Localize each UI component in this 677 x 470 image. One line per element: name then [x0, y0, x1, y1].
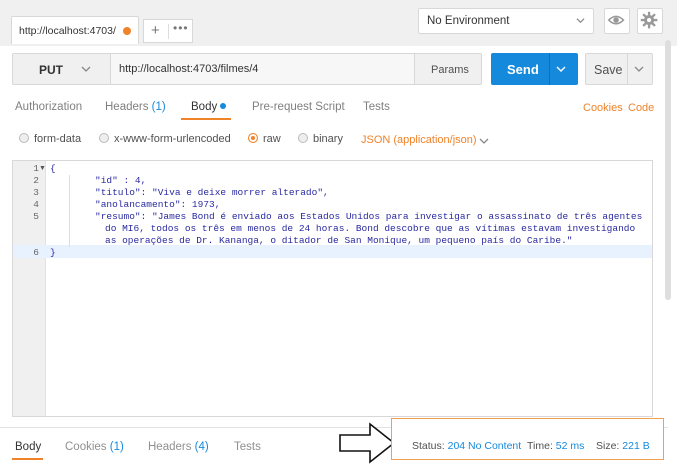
- method-value: PUT: [39, 63, 63, 77]
- unsaved-indicator-icon: [123, 27, 131, 35]
- response-meta-highlight: Status: 204 No Content Time: 52 ms Size:…: [391, 418, 664, 460]
- chevron-down-icon[interactable]: [479, 136, 489, 146]
- environment-select-value: No Environment: [427, 15, 510, 27]
- code-line: as operações de Dr. Kananga, o ditador d…: [105, 235, 573, 246]
- response-tab-headers-label: Headers: [148, 441, 192, 453]
- params-button-label: Params: [431, 64, 469, 76]
- send-button[interactable]: Send: [491, 53, 578, 85]
- response-tab-body[interactable]: Body: [15, 441, 41, 453]
- code-line: }: [50, 247, 56, 258]
- size-info: Size: 221 B: [596, 440, 650, 452]
- body-modified-icon: [220, 102, 227, 109]
- status-info: Status: 204 No Content: [412, 440, 521, 452]
- radio-form-data[interactable]: form-data: [19, 133, 81, 147]
- response-tab-headers-count: (4): [194, 441, 209, 453]
- params-button[interactable]: Params: [414, 53, 482, 85]
- save-button[interactable]: Save: [585, 53, 653, 85]
- code-line: "id" : 4,: [95, 175, 147, 186]
- line-number: 3: [33, 187, 39, 198]
- send-divider: [549, 53, 550, 85]
- tab-actions: + •••: [143, 19, 193, 43]
- radio-binary[interactable]: binary: [298, 133, 343, 147]
- time-value: 52 ms: [555, 440, 585, 452]
- radio-binary-label: binary: [313, 133, 343, 145]
- active-tab-indicator: [181, 118, 231, 120]
- line-number: 6: [33, 247, 39, 258]
- url-input-value: http://localhost:4703/filmes/4: [119, 63, 259, 75]
- radio-circle-icon: [298, 133, 308, 144]
- code-line: "anolancamento": 1973,: [95, 199, 221, 210]
- code-line: {: [50, 163, 56, 174]
- ellipsis-icon[interactable]: •••: [173, 21, 189, 35]
- code-link[interactable]: Code: [628, 102, 654, 114]
- gear-icon: [640, 11, 658, 29]
- url-input[interactable]: http://localhost:4703/filmes/4: [110, 53, 416, 85]
- fold-arrow-icon[interactable]: ▼: [39, 165, 46, 172]
- response-tab-tests[interactable]: Tests: [234, 441, 261, 453]
- radio-circle-icon: [99, 133, 109, 144]
- chevron-down-icon[interactable]: [634, 64, 644, 74]
- line-number: 1: [33, 163, 39, 174]
- plus-icon[interactable]: +: [151, 22, 160, 39]
- cookies-link[interactable]: Cookies: [583, 102, 623, 114]
- radio-urlencoded[interactable]: x-www-form-urlencoded: [99, 133, 231, 147]
- eye-icon: [607, 15, 625, 25]
- annotation-arrow-icon: [339, 422, 396, 464]
- time-info: Time: 52 ms: [527, 440, 584, 452]
- line-number: 5: [33, 211, 39, 222]
- content-type-select[interactable]: JSON (application/json): [361, 134, 477, 146]
- response-tab-headers[interactable]: Headers (4): [148, 441, 209, 453]
- chevron-down-icon: [81, 66, 91, 72]
- request-tab[interactable]: http://localhost:4703/: [11, 16, 139, 44]
- line-number: 2: [33, 175, 39, 186]
- tab-headers-label: Headers: [105, 101, 149, 113]
- tab-tests[interactable]: Tests: [363, 101, 390, 113]
- radio-raw-label: raw: [263, 133, 281, 145]
- response-tab-cookies-count: (1): [109, 441, 124, 453]
- request-tab-label: http://localhost:4703/: [19, 25, 116, 37]
- radio-circle-icon: [19, 133, 29, 144]
- code-line: "titulo": "Viva e deixe morrer alterado"…: [95, 187, 329, 198]
- tab-body-label: Body: [191, 101, 218, 113]
- code-line: do MI6, todos os três em menos de 24 hor…: [105, 223, 636, 234]
- radio-raw[interactable]: raw: [248, 133, 281, 147]
- manage-environments-button[interactable]: [637, 8, 663, 34]
- save-button-label: Save: [594, 63, 623, 77]
- indent-guide: [69, 175, 70, 247]
- status-label: Status:: [412, 440, 445, 452]
- save-divider: [627, 54, 628, 84]
- environment-quick-look-button[interactable]: [604, 8, 630, 34]
- response-active-tab-indicator: [12, 458, 43, 460]
- active-line-highlight: [13, 245, 652, 258]
- size-label: Size:: [596, 440, 620, 452]
- radio-form-data-label: form-data: [34, 133, 82, 145]
- send-button-label: Send: [507, 62, 539, 77]
- code-line: "resumo": "James Bond é enviado aos Esta…: [95, 211, 643, 222]
- radio-urlencoded-label: x-www-form-urlencoded: [114, 133, 231, 145]
- method-select[interactable]: PUT: [12, 53, 110, 85]
- status-value: 204 No Content: [447, 440, 522, 452]
- tab-headers[interactable]: Headers (1): [105, 101, 166, 113]
- tab-headers-count: (1): [151, 101, 166, 113]
- line-number: 4: [33, 199, 39, 210]
- response-tab-cookies[interactable]: Cookies (1): [65, 441, 124, 453]
- radio-selected-icon: [248, 133, 258, 144]
- chevron-down-icon[interactable]: [556, 64, 566, 74]
- tab-actions-divider: [168, 24, 169, 39]
- tab-body[interactable]: Body: [191, 101, 227, 113]
- environment-select[interactable]: No Environment: [418, 8, 594, 34]
- chevron-down-icon: [576, 18, 585, 24]
- tab-pre-request-script[interactable]: Pre-request Script: [252, 101, 345, 113]
- body-editor[interactable]: 1 ▼ 2 3 4 5 6 { "id" : 4, "titulo": "Viv…: [12, 160, 653, 417]
- response-tab-cookies-label: Cookies: [65, 441, 107, 453]
- size-value: 221 B: [622, 440, 650, 452]
- time-label: Time:: [527, 440, 553, 452]
- tab-authorization[interactable]: Authorization: [15, 101, 82, 113]
- page-scrollbar[interactable]: [665, 40, 671, 300]
